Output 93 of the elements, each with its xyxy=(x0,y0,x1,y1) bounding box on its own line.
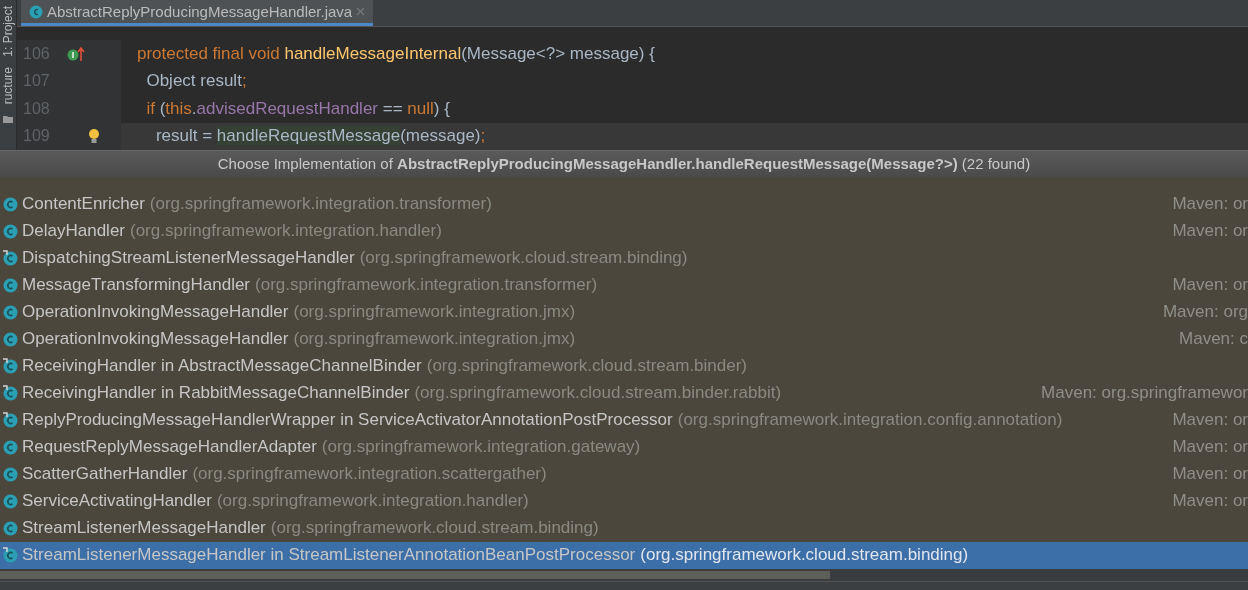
package-name: (org.springframework.cloud.stream.binding) xyxy=(640,545,969,566)
code-token: ; xyxy=(480,126,486,146)
class-file-icon xyxy=(29,4,43,19)
code-token: if xyxy=(145,98,156,118)
package-name: (org.springframework.integration.transformer) xyxy=(255,275,598,296)
tab-title: AbstractReplyProducingMessageHandler.java xyxy=(47,3,353,20)
code-token: ) { xyxy=(433,98,450,118)
class-name: RequestReplyMessageHandlerAdapter xyxy=(22,437,317,458)
implementation-item[interactable]: ReplyProducingMessageHandlerWrapper in ServiceActivatorAnnotationPostProcessor (org.springframework.integration.config.annotation) Maven: or xyxy=(0,406,1248,434)
code-token: . xyxy=(191,98,197,118)
library-name: Maven: or xyxy=(1171,194,1248,215)
class-icon xyxy=(2,196,18,213)
implementation-item[interactable]: ContentEnricher (org.springframework.integration.transformer) Maven: or xyxy=(0,190,1248,218)
library-name: Maven: or xyxy=(1171,491,1248,512)
package-name: (org.springframework.integration.config.annotation) xyxy=(677,410,1063,431)
implementation-item[interactable]: OperationInvokingMessageHandler (org.springframework.integration.jmx) Maven: c xyxy=(0,325,1248,353)
library-name: Maven: c xyxy=(1178,329,1248,350)
class-icon xyxy=(2,304,18,321)
library-name: Maven: or xyxy=(1171,275,1248,296)
code-token: ; xyxy=(241,71,247,91)
implements-icon[interactable] xyxy=(67,45,87,62)
editor-tab[interactable]: AbstractReplyProducingMessageHandler.java xyxy=(21,0,374,26)
package-name: (org.springframework.cloud.stream.binding) xyxy=(270,518,599,539)
inner-class-icon xyxy=(2,358,18,375)
code-token: advisedRequestHandler xyxy=(196,98,378,118)
implementation-item[interactable]: StreamListenerMessageHandler (org.springframework.cloud.stream.binding) xyxy=(0,514,1248,542)
code-token: result = xyxy=(154,126,214,146)
package-name: (org.springframework.integration.jmx) xyxy=(293,302,576,323)
code-token: (Message<?> message) { xyxy=(461,43,655,63)
implementation-item[interactable]: ServiceActivatingHandler (org.springframework.integration.handler) Maven: or xyxy=(0,487,1248,515)
package-name: (org.springframework.integration.jmx) xyxy=(293,329,576,350)
popup-title: Choose Implementation of AbstractReplyProducingMessageHandler.handleRequestMessage(Message?>) (22 found) xyxy=(0,150,1248,177)
inner-class-icon xyxy=(2,385,18,402)
code-token: handleMessageInternal xyxy=(284,43,462,63)
library-name: Maven: or xyxy=(1171,437,1248,458)
implementation-item[interactable]: DispatchingStreamListenerMessageHandler (org.springframework.cloud.stream.binding) xyxy=(0,244,1248,272)
tool-window-tab[interactable]: 1: Project xyxy=(0,6,16,57)
package-name: (org.springframework.integration.transformer) xyxy=(149,194,492,215)
implementation-item[interactable]: ReceivingHandler in AbstractMessageChannelBinder (org.springframework.cloud.stream.binder) xyxy=(0,352,1248,380)
class-name: StreamListenerMessageHandler xyxy=(22,518,266,539)
folder-icon xyxy=(3,114,13,125)
class-icon xyxy=(2,277,18,294)
library-name: Maven: org.springframewor xyxy=(1040,383,1248,404)
code-token: ( xyxy=(159,98,166,118)
library-name: Maven: or xyxy=(1171,221,1248,242)
class-icon xyxy=(2,520,18,537)
implementation-item[interactable]: MessageTransformingHandler (org.springframework.integration.transformer) Maven: or xyxy=(0,271,1248,299)
library-name: Maven: or xyxy=(1171,464,1248,485)
code-token: (message) xyxy=(400,126,481,146)
library-name: Maven: or xyxy=(1171,410,1248,431)
code-token: handleRequestMessage xyxy=(216,126,401,146)
lightbulb-icon[interactable] xyxy=(87,128,101,145)
code-token: == xyxy=(381,98,404,118)
class-name: ScatterGatherHandler xyxy=(22,464,188,485)
class-name: ReplyProducingMessageHandlerWrapper in ServiceActivatorAnnotationPostProcessor xyxy=(22,410,673,431)
implementation-item[interactable]: ScatterGatherHandler (org.springframework.integration.scattergather) Maven: or xyxy=(0,460,1248,488)
class-name: OperationInvokingMessageHandler xyxy=(22,302,289,323)
class-name: MessageTransformingHandler xyxy=(22,275,251,296)
package-name: (org.springframework.integration.handler) xyxy=(216,491,529,512)
class-icon xyxy=(2,493,18,510)
implementation-item[interactable]: RequestReplyMessageHandlerAdapter (org.springframework.integration.gateway) Maven: or xyxy=(0,433,1248,461)
implementation-item[interactable]: StreamListenerMessageHandler in StreamListenerAnnotationBeanPostProcessor (org.springframework.cloud.stream.binding) xyxy=(0,541,1248,569)
code-token: Object result xyxy=(145,71,242,91)
class-name: DelayHandler xyxy=(22,221,125,242)
implementation-item[interactable]: ReceivingHandler in RabbitMessageChannelBinder (org.springframework.cloud.stream.binder.rabbit) Maven: org.springframewor xyxy=(0,379,1248,407)
package-name: (org.springframework.integration.gateway) xyxy=(321,437,641,458)
code-token: null xyxy=(407,98,434,118)
tool-window-tab[interactable]: ructure xyxy=(0,66,16,105)
class-icon xyxy=(2,466,18,483)
scrollbar-thumb[interactable] xyxy=(0,571,830,580)
class-name: ContentEnricher xyxy=(22,194,145,215)
code-token: protected final void xyxy=(137,43,281,63)
class-name: DispatchingStreamListenerMessageHandler xyxy=(22,248,355,269)
class-name: ReceivingHandler in AbstractMessageChannelBinder xyxy=(22,356,422,377)
package-name: (org.springframework.integration.handler) xyxy=(130,221,442,242)
package-name: (org.springframework.cloud.stream.binder) xyxy=(426,356,748,377)
package-name: (org.springframework.cloud.stream.binder.rabbit) xyxy=(414,383,782,404)
class-name: ReceivingHandler in RabbitMessageChannelBinder xyxy=(22,383,410,404)
package-name: (org.springframework.cloud.stream.binding) xyxy=(359,248,688,269)
implementation-item[interactable]: DelayHandler (org.springframework.integration.handler) Maven: or xyxy=(0,217,1248,245)
class-icon xyxy=(2,439,18,456)
library-name: Maven: org xyxy=(1161,302,1248,323)
inner-class-icon xyxy=(2,547,18,564)
implementation-item[interactable]: OperationInvokingMessageHandler (org.springframework.integration.jmx) Maven: org xyxy=(0,298,1248,326)
class-name: ServiceActivatingHandler xyxy=(22,491,212,512)
class-name: StreamListenerMessageHandler in StreamListenerAnnotationBeanPostProcessor xyxy=(22,545,636,566)
inner-class-icon xyxy=(2,250,18,267)
package-name: (org.springframework.integration.scattergather) xyxy=(192,464,547,485)
class-name: OperationInvokingMessageHandler xyxy=(22,329,289,350)
inner-class-icon xyxy=(2,412,18,429)
code-token: this xyxy=(165,98,192,118)
class-icon xyxy=(2,223,18,240)
class-icon xyxy=(2,331,18,348)
